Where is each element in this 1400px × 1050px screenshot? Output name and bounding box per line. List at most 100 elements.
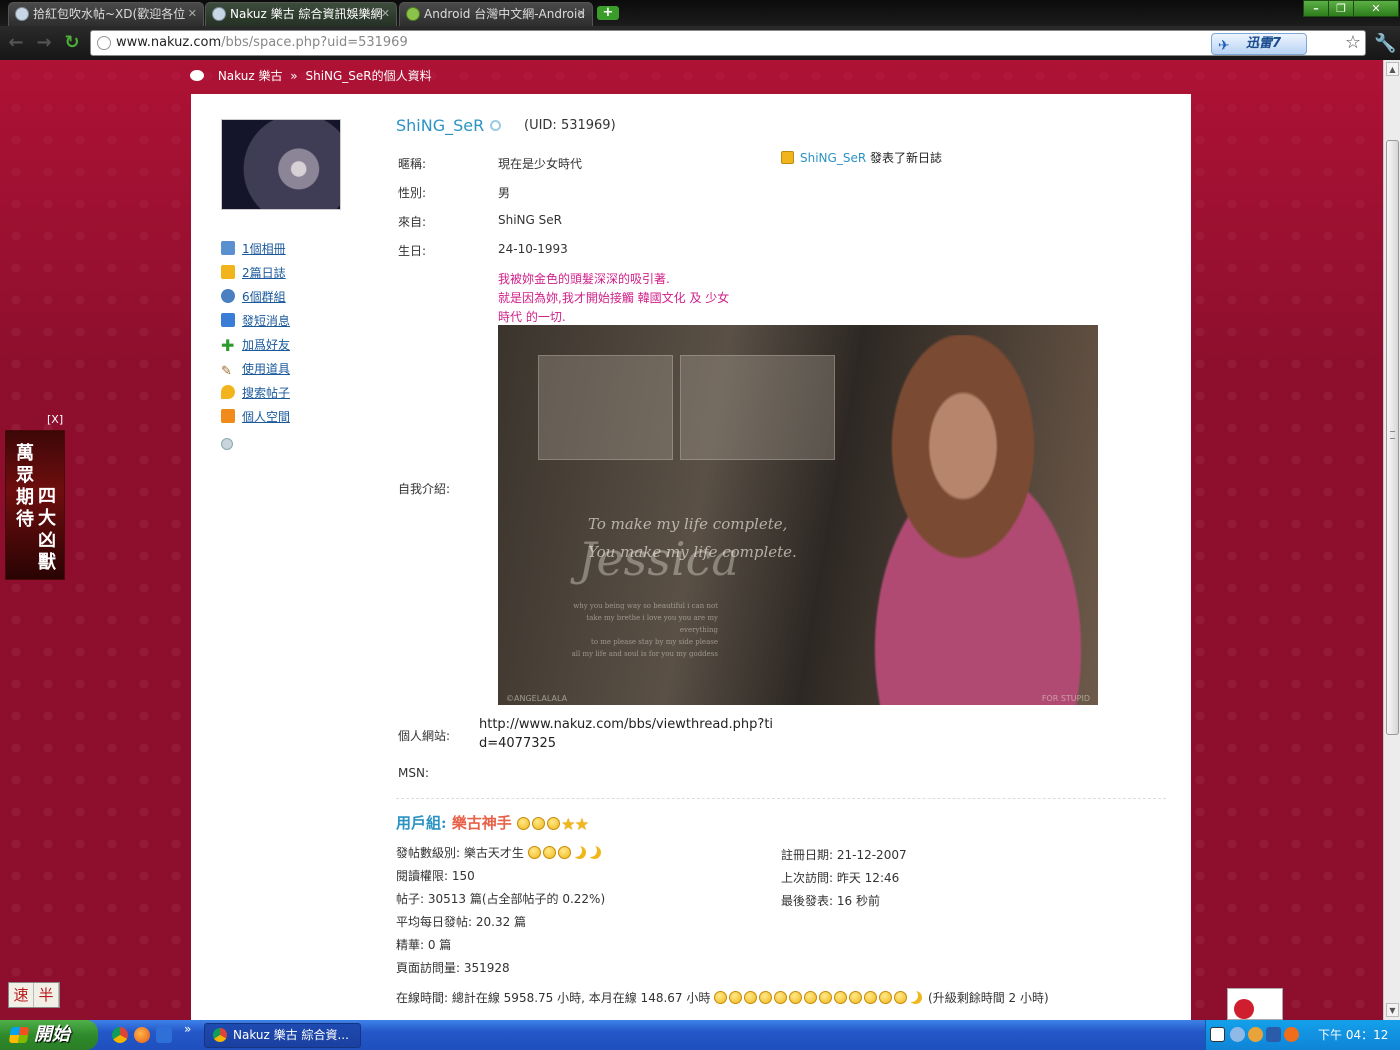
- website-label: 個人網站:: [398, 729, 451, 743]
- intro-label: 自我介紹:: [398, 482, 451, 496]
- page-scrollbar[interactable]: ▲ ▼: [1383, 60, 1400, 1020]
- sun-rank-icon: [849, 991, 863, 1004]
- scroll-up-arrow-icon[interactable]: ▲: [1386, 62, 1399, 76]
- gender-label: 性別:: [398, 186, 427, 200]
- msn-label: MSN:: [398, 766, 429, 780]
- scrollbar-thumb[interactable]: [1386, 140, 1399, 735]
- tray-update-icon[interactable]: [1284, 1027, 1299, 1042]
- sun-rank-icon: [532, 817, 546, 830]
- ime-toolbar: 速 半: [8, 982, 60, 1008]
- sidebar-item-album[interactable]: 1個相冊: [221, 240, 290, 264]
- tab-close-icon[interactable]: ✕: [188, 3, 197, 25]
- online-status-icon: [490, 120, 502, 131]
- wrench-menu-icon[interactable]: 🔧: [1374, 33, 1396, 54]
- rss-icon[interactable]: [221, 438, 233, 450]
- birthday-value: 24-10-1993: [498, 242, 568, 256]
- address-bar[interactable]: www.nakuz.com/bbs/space.php?uid=531969 ✈…: [90, 30, 1366, 56]
- read-permission: 閱讀權限: 150: [396, 869, 475, 883]
- gender-value: 男: [498, 186, 511, 200]
- xunlei-extension-button[interactable]: ✈ 迅雷7: [1211, 33, 1307, 55]
- sun-rank-icon: [834, 991, 848, 1004]
- tray-chat-icon[interactable]: [1248, 1027, 1263, 1042]
- windows-flag-icon: [8, 1027, 30, 1043]
- user-group: 用戶組: 樂古神手 ★★: [396, 814, 589, 833]
- restore-button[interactable]: ❐: [1328, 0, 1354, 17]
- sidebar-item-groups[interactable]: 6個群組: [221, 288, 290, 312]
- sidebar-item-home[interactable]: 個人空間: [221, 408, 290, 432]
- profile-sidebar-menu: 1個相冊 2篇日誌 6個群組 發短消息 ✚ 加爲好友 ✎ 使用道具 搜索帖子 個人空…: [221, 240, 290, 456]
- quicklaunch-overflow-icon[interactable]: »: [184, 1022, 191, 1036]
- sidebar-item-search-posts[interactable]: 搜索帖子: [221, 384, 290, 408]
- reload-icon[interactable]: ↻: [62, 34, 82, 52]
- chrome-quicklaunch-icon[interactable]: [112, 1027, 128, 1043]
- tab-close-icon[interactable]: ✕: [577, 3, 586, 25]
- avg-daily-posts: 平均每日發帖: 20.32 篇: [396, 915, 527, 929]
- ime-speed-button[interactable]: 速: [9, 983, 34, 1007]
- intro-image-small-text: why you being way so beautiful i can not…: [571, 602, 718, 658]
- avatar[interactable]: [221, 119, 341, 210]
- url-text[interactable]: www.nakuz.com/bbs/space.php?uid=531969: [116, 31, 408, 55]
- back-arrow-icon[interactable]: ←: [6, 34, 26, 52]
- journal-icon: [781, 151, 794, 164]
- sun-rank-icon: [819, 991, 833, 1004]
- tray-network-icon[interactable]: [1266, 1027, 1281, 1042]
- minimize-button[interactable]: –: [1303, 0, 1329, 17]
- bookmark-star-icon[interactable]: ☆: [1345, 32, 1361, 53]
- sun-rank-icon: [517, 817, 531, 830]
- sun-rank-icon: [789, 991, 803, 1004]
- sidebar-item-rss[interactable]: [221, 432, 290, 456]
- sidebar-item-add-friend[interactable]: ✚ 加爲好友: [221, 336, 290, 360]
- sidebar-item-use-item[interactable]: ✎ 使用道具: [221, 360, 290, 384]
- close-window-button[interactable]: ✕: [1353, 0, 1399, 17]
- add-friend-icon: ✚: [221, 336, 235, 355]
- portrait-figure: [798, 335, 1098, 705]
- floating-widget[interactable]: [1227, 988, 1283, 1020]
- profile-username[interactable]: ShiNG_SeR: [396, 116, 502, 135]
- tab-close-icon[interactable]: ✕: [381, 3, 390, 25]
- search-posts-icon: [221, 385, 235, 399]
- sun-rank-icon: [894, 991, 908, 1004]
- post-count: 帖子: 30513 篇(占全部帖子的 0.22%): [396, 892, 606, 906]
- browser-tab-1[interactable]: 拾紅包吹水帖~XD(歡迎各位 ✕: [8, 2, 204, 26]
- website-link[interactable]: http://www.nakuz.com/bbs/viewthread.php?…: [479, 715, 779, 753]
- new-tab-button[interactable]: +: [597, 6, 619, 20]
- activity-user-link[interactable]: ShiNG_SeR: [800, 151, 866, 165]
- sidebar-item-message[interactable]: 發短消息: [221, 312, 290, 336]
- ad-close-button[interactable]: [X]: [47, 413, 63, 426]
- recent-activity: ShiNG_SeR 發表了新日誌: [781, 149, 942, 166]
- taskbar-chrome-window[interactable]: Nakuz 樂古 綜合資...: [204, 1023, 361, 1048]
- sun-rank-icon: [759, 991, 773, 1004]
- scroll-down-arrow-icon[interactable]: ▼: [1386, 1003, 1399, 1017]
- browser-tab-2[interactable]: Nakuz 樂古 綜合資訊娛樂網 ✕: [205, 2, 397, 26]
- sidebar-item-journal[interactable]: 2篇日誌: [221, 264, 290, 288]
- system-tray: 下午 04：12: [1205, 1020, 1400, 1050]
- start-button[interactable]: 開始: [0, 1020, 98, 1050]
- breadcrumb: Nakuz 樂古 » ShiNG_SeR的個人資料: [190, 68, 432, 84]
- sun-rank-icon: [542, 846, 556, 859]
- digest-count: 精華: 0 篇: [396, 938, 452, 952]
- floating-ad-banner[interactable]: 萬眾期待 四大凶獸: [5, 430, 65, 580]
- online-time: 在線時間: 總計在線 5958.75 小時, 本月在線 148.67 小時 (升…: [396, 991, 1049, 1005]
- help-icon[interactable]: [1210, 1027, 1225, 1042]
- online-rank-icons: [714, 991, 924, 1005]
- last-visit: 上次訪問: 昨天 12:46: [781, 871, 900, 885]
- android-favicon-icon: [406, 7, 420, 21]
- ime-halfwidth-button[interactable]: 半: [34, 983, 59, 1007]
- breadcrumb-site-link[interactable]: Nakuz 樂古: [218, 69, 283, 83]
- xunlei-bird-icon: ✈: [1218, 38, 1230, 54]
- sun-rank-icon: [879, 991, 893, 1004]
- forward-arrow-icon[interactable]: →: [34, 34, 54, 52]
- star-rank-icon: ★: [562, 817, 575, 833]
- ie-quicklaunch-icon[interactable]: [156, 1027, 172, 1043]
- last-post: 最後發表: 16 秒前: [781, 894, 880, 908]
- intro-text: 我被妳金色的頭髮深深的吸引著. 就是因為妳,我才開始接觸 韓國文化 及 少女 時…: [498, 272, 730, 324]
- tray-app-icon[interactable]: [1230, 1027, 1245, 1042]
- chat-bubble-icon: [190, 70, 204, 81]
- firefox-quicklaunch-icon[interactable]: [134, 1027, 150, 1043]
- star-rank-icon: ★: [575, 817, 589, 833]
- birthday-label: 生日:: [398, 244, 427, 258]
- site-favicon-icon: [15, 7, 29, 21]
- moon-rank-icon: [588, 846, 601, 859]
- post-level: 發帖數級別: 樂古天才生: [396, 844, 603, 861]
- browser-tab-3[interactable]: Android 台灣中文網-Android ✕: [399, 2, 593, 26]
